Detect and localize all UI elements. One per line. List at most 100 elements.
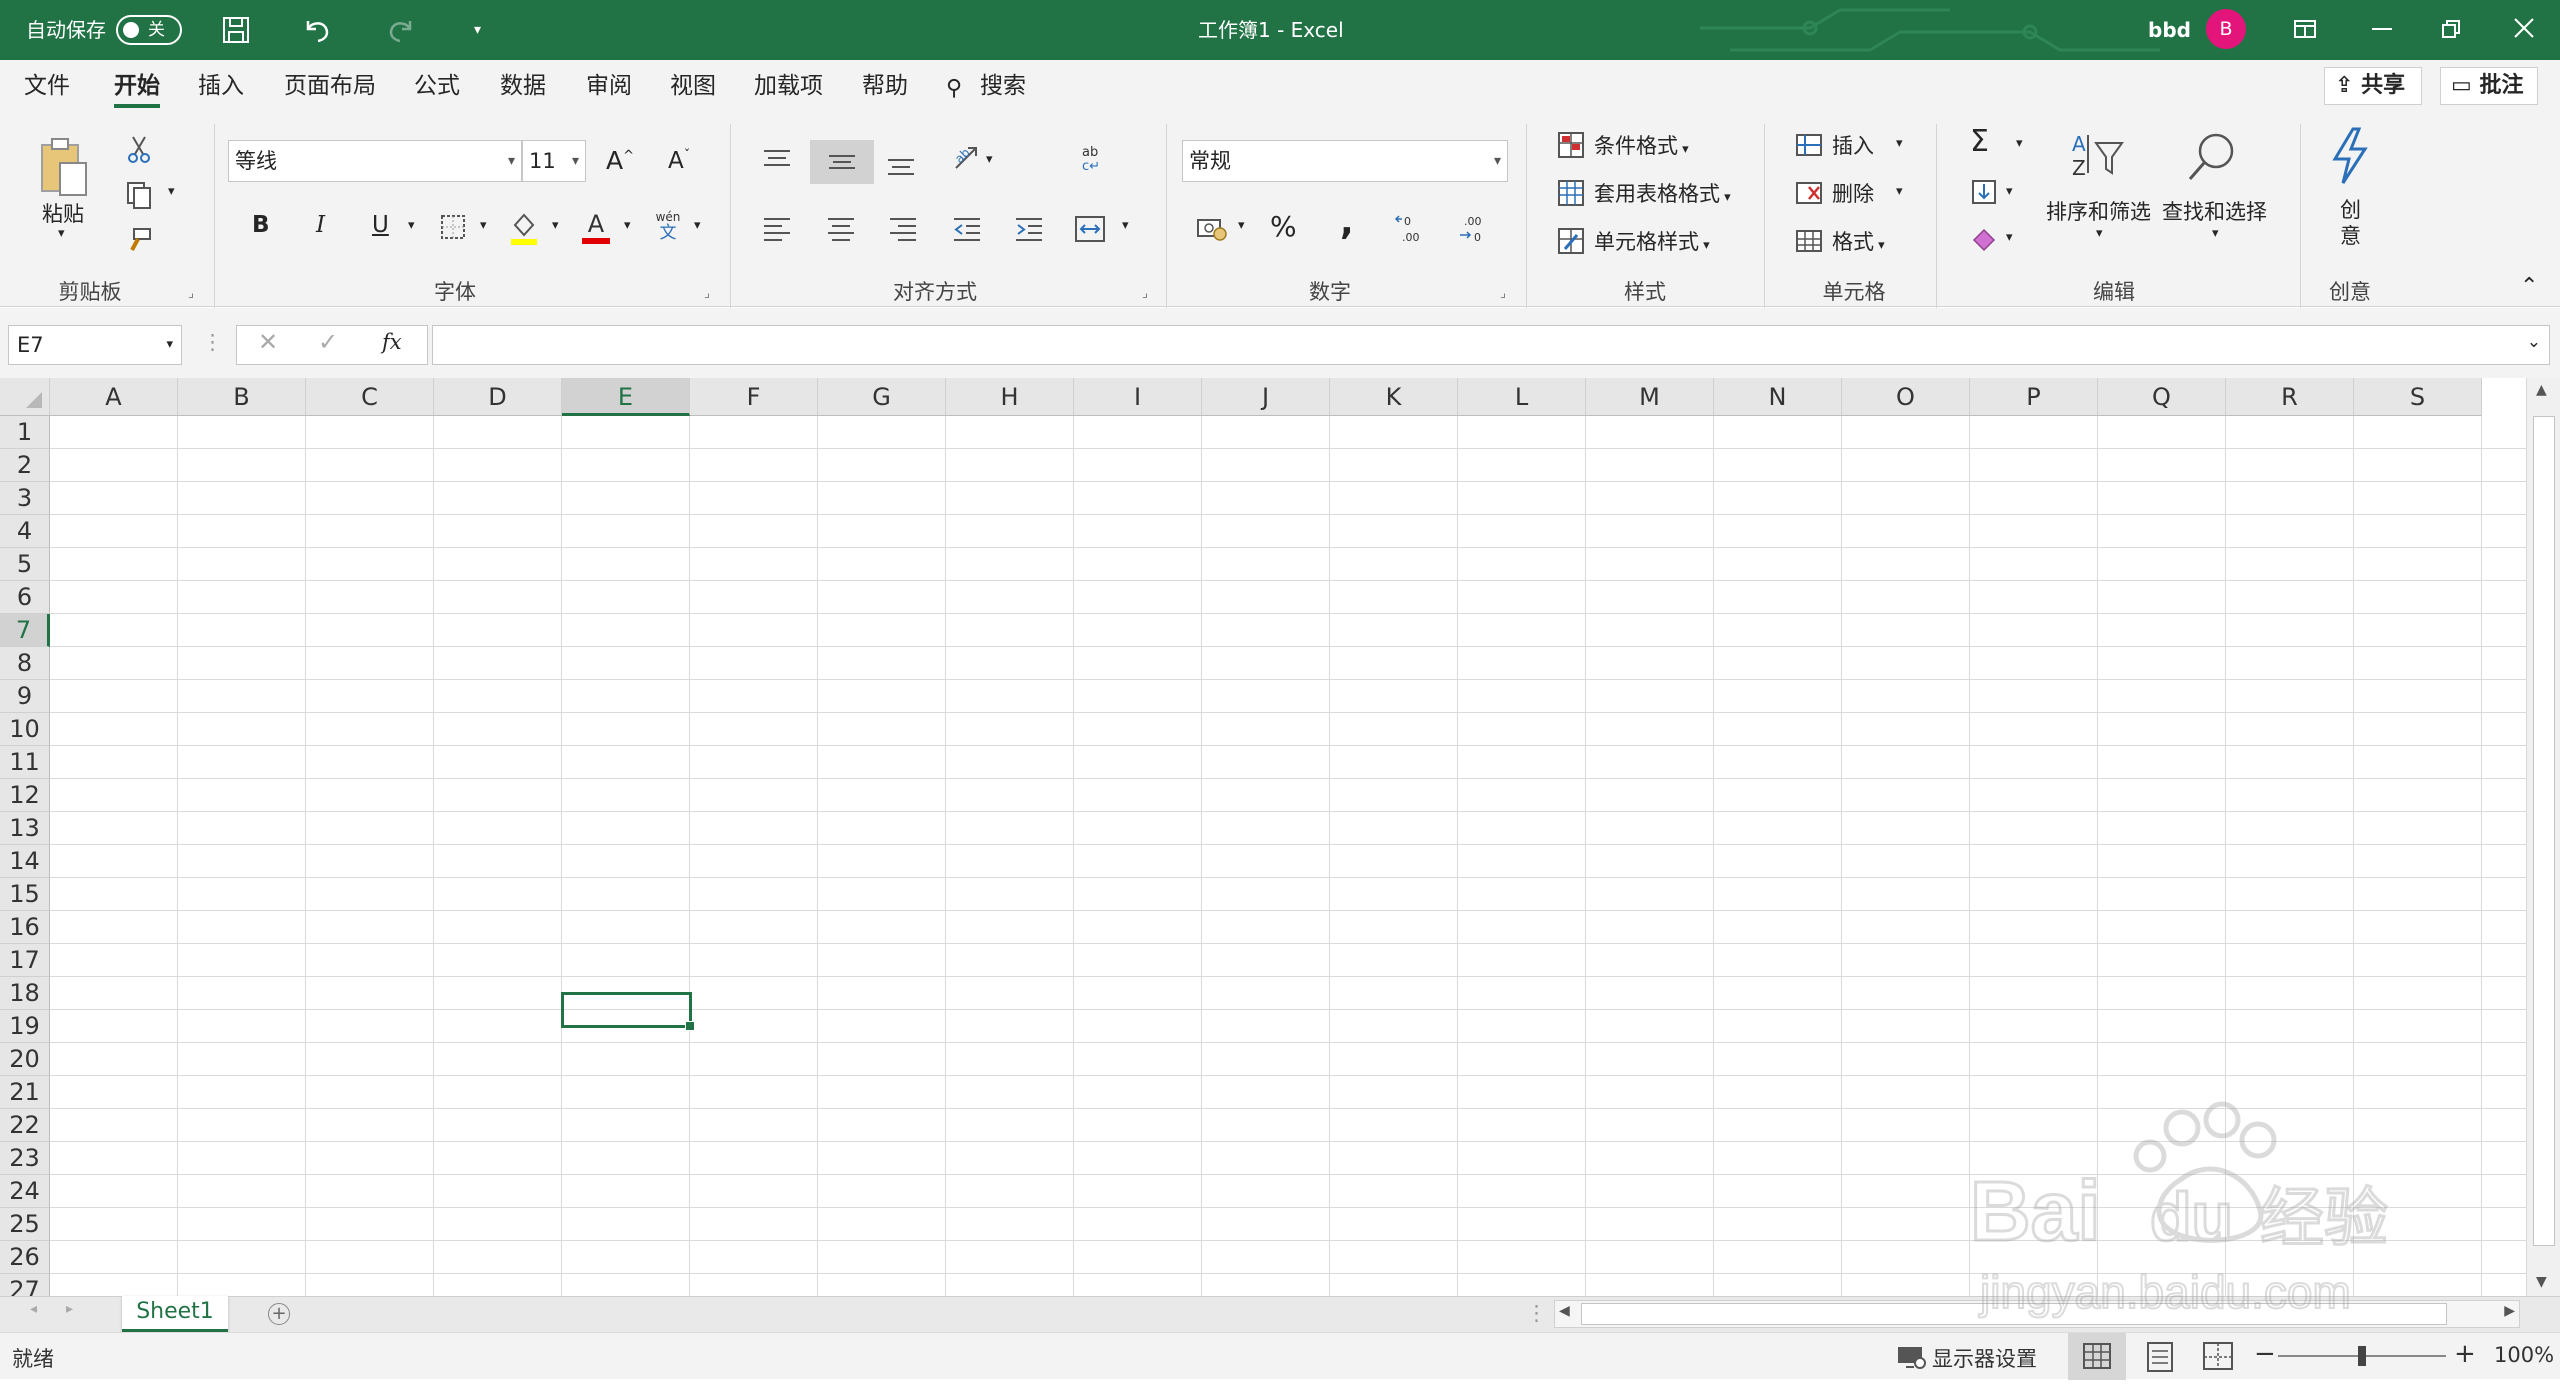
format-as-table-icon[interactable] <box>1556 178 1586 208</box>
column-header-q[interactable]: Q <box>2098 378 2226 416</box>
row-header-14[interactable]: 14 <box>0 845 50 878</box>
insert-function-button[interactable]: fx <box>382 330 402 354</box>
tab-search[interactable]: 搜索 <box>980 70 1026 102</box>
sheet-tab-sheet1[interactable]: Sheet1 <box>122 1296 228 1332</box>
zoom-out-icon[interactable]: − <box>2254 1339 2276 1369</box>
minimize-icon[interactable] <box>2372 28 2392 30</box>
row-header-5[interactable]: 5 <box>0 548 50 581</box>
display-settings-icon[interactable] <box>1896 1345 1926 1371</box>
alignment-launcher-icon[interactable]: ⌟ <box>1142 286 1148 301</box>
conditional-format-button[interactable]: 条件格式 ▾ <box>1594 130 1689 160</box>
column-header-a[interactable]: A <box>50 378 178 416</box>
paste-dropdown-icon[interactable]: ▾ <box>58 226 65 241</box>
row-header-15[interactable]: 15 <box>0 878 50 911</box>
name-box[interactable]: E7 ▾ <box>8 325 182 365</box>
row-header-4[interactable]: 4 <box>0 515 50 548</box>
insert-cells-button[interactable]: 插入 <box>1832 130 1874 160</box>
page-layout-view-button[interactable] <box>2136 1333 2186 1380</box>
row-header-22[interactable]: 22 <box>0 1109 50 1142</box>
delete-cells-icon[interactable] <box>1794 178 1824 208</box>
selected-cell-e7[interactable] <box>561 992 695 1031</box>
column-header-n[interactable]: N <box>1714 378 1842 416</box>
column-header-r[interactable]: R <box>2226 378 2354 416</box>
tab-page-layout[interactable]: 页面布局 <box>284 70 376 102</box>
search-icon[interactable]: ⚲ <box>946 73 962 105</box>
row-header-16[interactable]: 16 <box>0 911 50 944</box>
row-header-18[interactable]: 18 <box>0 977 50 1010</box>
row-header-20[interactable]: 20 <box>0 1043 50 1076</box>
tab-help[interactable]: 帮助 <box>862 70 908 102</box>
normal-view-button[interactable] <box>2068 1333 2126 1380</box>
row-header-21[interactable]: 21 <box>0 1076 50 1109</box>
row-header-1[interactable]: 1 <box>0 416 50 449</box>
save-icon[interactable] <box>220 14 252 46</box>
insert-cells-icon[interactable] <box>1794 130 1824 160</box>
cells-area[interactable] <box>50 416 2526 1296</box>
align-right-icon[interactable] <box>884 210 922 248</box>
autosum-dropdown-icon[interactable]: ▾ <box>2016 136 2023 151</box>
decrease-indent-icon[interactable] <box>948 210 986 248</box>
close-icon[interactable] <box>2512 16 2536 40</box>
font-color-icon[interactable]: A <box>580 206 612 248</box>
scroll-down-icon[interactable]: ▼ <box>2536 1274 2547 1290</box>
underline-button[interactable]: U <box>372 212 389 238</box>
find-select-icon[interactable] <box>2184 128 2240 186</box>
row-header-23[interactable]: 23 <box>0 1142 50 1175</box>
tab-formulas[interactable]: 公式 <box>414 70 460 102</box>
scroll-thumb[interactable] <box>1581 1303 2447 1325</box>
enter-icon[interactable]: ✓ <box>318 328 338 356</box>
ideas-icon[interactable] <box>2326 126 2372 186</box>
redo-icon[interactable] <box>384 13 418 47</box>
format-painter-icon[interactable] <box>122 224 156 258</box>
add-sheet-icon[interactable]: + <box>268 1303 290 1325</box>
row-header-7[interactable]: 7 <box>0 614 50 647</box>
orientation-dropdown-icon[interactable]: ▾ <box>986 152 993 167</box>
column-header-g[interactable]: G <box>818 378 946 416</box>
row-header-24[interactable]: 24 <box>0 1175 50 1208</box>
paste-icon[interactable] <box>32 132 94 202</box>
font-name-combo[interactable]: 等线 ▾ <box>228 140 522 182</box>
wrap-text-icon[interactable]: ab c↵ <box>1074 138 1114 178</box>
align-bottom-icon[interactable] <box>882 142 920 186</box>
format-as-table-button[interactable]: 套用表格格式 ▾ <box>1594 178 1731 208</box>
tab-review[interactable]: 审阅 <box>586 70 632 102</box>
column-header-e[interactable]: E <box>562 378 690 416</box>
row-header-3[interactable]: 3 <box>0 482 50 515</box>
display-settings-label[interactable]: 显示器设置 <box>1932 1343 2037 1373</box>
share-button[interactable]: ⇪ 共享 <box>2324 67 2422 105</box>
delete-dropdown-icon[interactable]: ▾ <box>1896 184 1903 199</box>
fill-icon[interactable] <box>1968 176 2000 208</box>
percent-style-button[interactable]: % <box>1270 210 1297 243</box>
align-top-icon[interactable] <box>758 140 796 180</box>
avatar[interactable]: B <box>2206 9 2246 49</box>
accounting-format-icon[interactable] <box>1194 210 1230 246</box>
copy-dropdown-icon[interactable]: ▾ <box>168 184 175 199</box>
row-header-9[interactable]: 9 <box>0 680 50 713</box>
orientation-icon[interactable]: ab <box>948 138 988 178</box>
column-header-o[interactable]: O <box>1842 378 1970 416</box>
autosave-toggle[interactable]: 关 <box>116 15 182 45</box>
find-select-dropdown-icon[interactable]: ▾ <box>2212 226 2219 241</box>
fill-color-dropdown-icon[interactable]: ▾ <box>552 218 559 233</box>
row-header-2[interactable]: 2 <box>0 449 50 482</box>
paste-label[interactable]: 粘贴 <box>42 198 84 228</box>
column-header-i[interactable]: I <box>1074 378 1202 416</box>
sort-filter-icon[interactable]: AZ <box>2066 128 2126 186</box>
sort-filter-button[interactable]: 排序和筛选 <box>2046 196 2151 226</box>
page-break-view-button[interactable] <box>2194 1333 2244 1380</box>
horizontal-scrollbar[interactable]: ◀ ▶ <box>1554 1300 2520 1328</box>
align-left-icon[interactable] <box>758 210 796 248</box>
column-header-k[interactable]: K <box>1330 378 1458 416</box>
number-format-combo[interactable]: 常规 ▾ <box>1182 140 1508 182</box>
insert-dropdown-icon[interactable]: ▾ <box>1896 136 1903 151</box>
fill-color-icon[interactable] <box>508 208 540 248</box>
phonetic-guide-icon[interactable]: wén 文 <box>650 208 686 244</box>
column-header-f[interactable]: F <box>690 378 818 416</box>
vertical-scrollbar[interactable]: ▲ ▼ <box>2526 378 2560 1296</box>
ribbon-display-icon[interactable] <box>2292 16 2318 42</box>
next-sheet-icon[interactable]: ▸ <box>66 1301 73 1317</box>
merge-center-icon[interactable] <box>1070 210 1110 248</box>
comments-button[interactable]: ▭ 批注 <box>2440 67 2538 105</box>
drag-handle-icon[interactable]: ⋮ <box>202 330 223 354</box>
underline-dropdown-icon[interactable]: ▾ <box>408 218 415 233</box>
